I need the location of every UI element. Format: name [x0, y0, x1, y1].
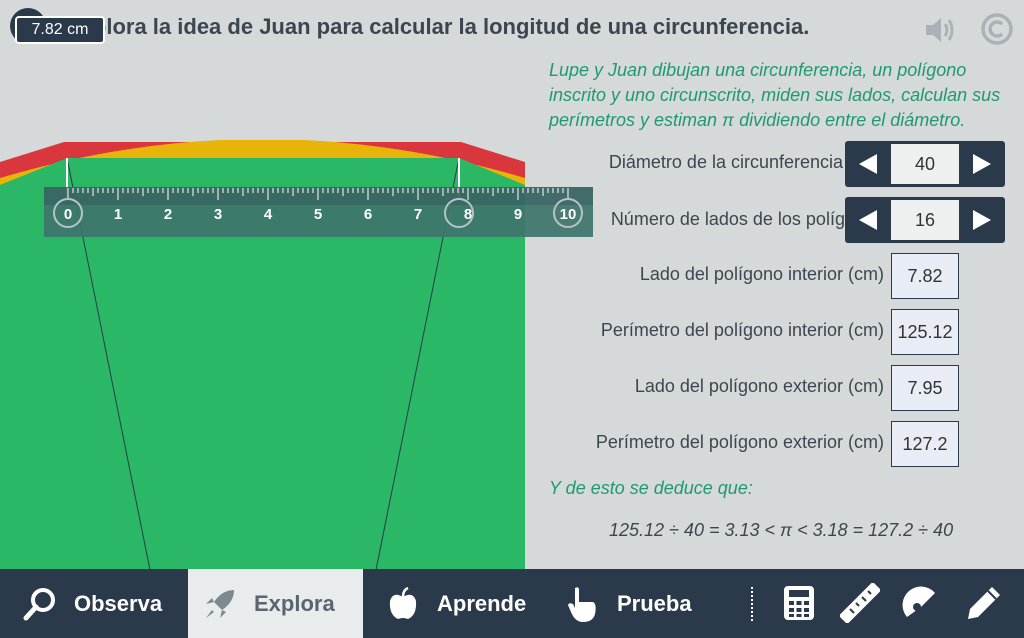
apple-icon — [383, 584, 423, 624]
triangle-right-icon — [973, 154, 991, 174]
diameter-decrease-button[interactable] — [845, 141, 891, 187]
diameter-value: 40 — [891, 144, 959, 184]
nav-divider — [751, 587, 753, 621]
ruler[interactable]: 0 1 2 3 4 5 6 7 8 9 10 — [44, 187, 593, 237]
sides-increase-button[interactable] — [959, 197, 1005, 243]
page-title: Explora la idea de Juan para calcular la… — [66, 14, 810, 39]
deduce-text: Y de esto se deduce que: — [549, 478, 753, 498]
triangle-left-icon — [859, 210, 877, 230]
inner-side-value: 7.82 — [891, 253, 959, 299]
ruler-icon — [840, 583, 880, 623]
pi-formula: 125.12 ÷ 40 = 3.13 < π < 3.18 = 127.2 ÷ … — [609, 520, 954, 540]
inner-perimeter-label: Perímetro del polígono interior (cm) — [600, 320, 884, 340]
ruler-tick-label: 9 — [514, 206, 522, 223]
nav-observa[interactable]: Observa — [20, 569, 188, 638]
speaker-icon[interactable] — [922, 12, 958, 48]
sides-label: Número de lados de los polígonos — [610, 209, 884, 229]
ruler-tick-label: 10 — [560, 206, 577, 223]
ruler-tool-button[interactable] — [838, 581, 882, 625]
ruler-tick-label: 0 — [64, 206, 72, 223]
diameter-label: Diámetro de la circunferencia (cm) — [608, 152, 884, 172]
hand-pointer-icon — [563, 584, 603, 624]
sides-stepper[interactable]: 16 — [845, 197, 1005, 243]
nav-observa-label: Observa — [74, 590, 163, 616]
sides-decrease-button[interactable] — [845, 197, 891, 243]
diameter-increase-button[interactable] — [959, 141, 1005, 187]
ruler-tick-label: 7 — [414, 206, 422, 223]
ruler-tick-label: 2 — [164, 206, 172, 223]
description: Lupe y Juan dibujan una circunferencia, … — [549, 60, 1001, 130]
ruler-tick-label: 5 — [314, 206, 322, 223]
inner-side-label: Lado del polígono interior (cm) — [639, 264, 884, 284]
nav-explora-label: Explora — [254, 590, 335, 616]
pencil-icon — [968, 587, 1000, 619]
nav-prueba-label: Prueba — [617, 590, 692, 616]
sides-value: 16 — [891, 200, 959, 240]
nav-aprende[interactable]: Aprende — [383, 569, 543, 638]
calculator-button[interactable] — [777, 581, 821, 625]
outer-side-value: 7.95 — [891, 365, 959, 411]
outer-side-label: Lado del polígono exterior (cm) — [634, 376, 884, 396]
calculator-icon — [784, 586, 814, 620]
nav-explora[interactable]: Explora — [188, 569, 363, 638]
protractor-icon — [902, 586, 935, 617]
measure-tooltip: 7.82 cm — [15, 16, 105, 44]
diameter-stepper[interactable]: 40 — [845, 141, 1005, 187]
outer-perimeter-value: 127.2 — [891, 421, 959, 467]
bottom-nav: Observa Explora Aprende Prueba — [0, 569, 1024, 638]
nav-prueba[interactable]: Prueba — [563, 569, 713, 638]
nav-aprende-label: Aprende — [437, 590, 527, 616]
pencil-tool-button[interactable] — [962, 581, 1006, 625]
ruler-tick-label: 4 — [264, 206, 273, 223]
triangle-right-icon — [973, 210, 991, 230]
ruler-tick-label: 3 — [214, 206, 222, 223]
inner-perimeter-value: 125.12 — [891, 309, 959, 355]
magnifier-icon — [20, 584, 60, 624]
header: Explora la idea de Juan para calcular la… — [0, 0, 1024, 58]
triangle-left-icon — [859, 154, 877, 174]
outer-perimeter-label: Perímetro del polígono exterior (cm) — [595, 432, 884, 452]
ruler-tick-label: 6 — [364, 206, 372, 223]
ruler-tick-label: 1 — [114, 206, 122, 223]
copyright-icon[interactable] — [980, 12, 1014, 46]
rocket-icon — [200, 584, 240, 624]
protractor-tool-button[interactable] — [899, 581, 943, 625]
